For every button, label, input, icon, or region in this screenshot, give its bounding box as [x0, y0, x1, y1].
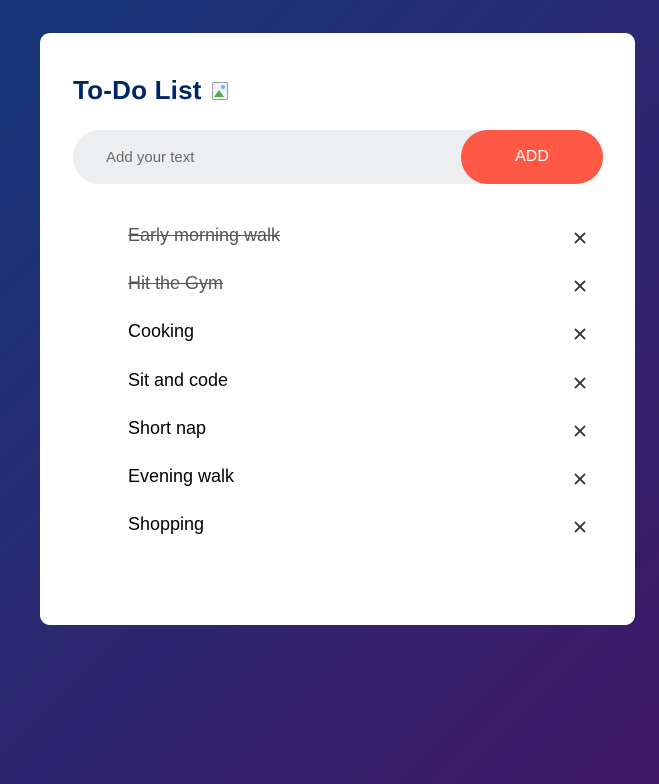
task-item[interactable]: Sit and code [40, 357, 635, 405]
task-label: Early morning walk [128, 225, 281, 245]
add-button[interactable]: ADD [461, 130, 603, 184]
close-icon[interactable] [571, 470, 589, 488]
todo-card: To-Do List ADD Early morning walk Hit th… [40, 33, 635, 625]
task-label: Evening walk [128, 465, 235, 486]
close-icon[interactable] [571, 277, 589, 295]
close-icon[interactable] [571, 374, 589, 392]
task-item[interactable]: Evening walk [40, 453, 635, 501]
task-input[interactable] [73, 130, 453, 184]
task-item[interactable]: Early morning walk [40, 212, 635, 260]
task-label: Short nap [128, 417, 207, 438]
task-label: Cooking [128, 321, 195, 342]
task-item[interactable]: Short nap [40, 405, 635, 453]
header: To-Do List [73, 75, 230, 106]
close-icon[interactable] [571, 422, 589, 440]
task-label: Hit the Gym [128, 273, 224, 294]
task-item[interactable]: Shopping [40, 501, 635, 549]
close-icon[interactable] [571, 229, 589, 247]
page-title: To-Do List [73, 75, 202, 105]
task-label: Shopping [128, 514, 205, 535]
task-item[interactable]: Hit the Gym [40, 260, 635, 308]
task-label: Sit and code [128, 369, 229, 390]
task-item[interactable]: Cooking [40, 308, 635, 356]
close-icon[interactable] [571, 325, 589, 343]
task-list: Early morning walk Hit the Gym Cooking S… [40, 212, 635, 549]
broken-image-icon [211, 81, 230, 100]
add-task-row: ADD [73, 130, 603, 184]
close-icon[interactable] [571, 518, 589, 536]
